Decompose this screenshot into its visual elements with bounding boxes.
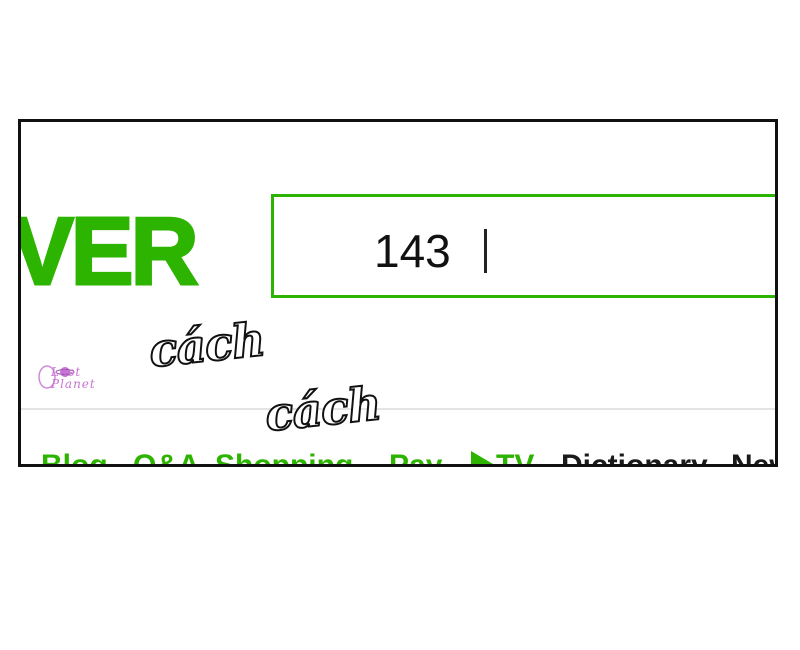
naver-logo[interactable]: VER: [21, 202, 200, 301]
search-input[interactable]: 143: [271, 194, 775, 298]
click-sound-effect: cách: [261, 375, 383, 443]
click-sound-effect: cách: [145, 311, 267, 379]
nav-item-pay[interactable]: Pay: [389, 448, 442, 464]
scanlation-watermark: Lost Planet: [37, 362, 109, 392]
nav-item-dictionary[interactable]: Dictionary: [561, 448, 708, 464]
text-cursor: [484, 229, 487, 273]
watermark-text: Lost Planet: [51, 365, 96, 391]
nav-item-tv[interactable]: TV: [471, 448, 535, 467]
nav-item-shopping[interactable]: Shopping: [215, 448, 353, 464]
nav-item-blog[interactable]: Blog: [41, 448, 108, 464]
comic-canvas: VER 143 Blog Q&A Shopping Pay TV Diction…: [0, 0, 800, 650]
search-query-text: 143: [374, 225, 451, 277]
comic-panel: VER 143 Blog Q&A Shopping Pay TV Diction…: [18, 119, 778, 467]
nav-item-news[interactable]: New: [731, 448, 775, 464]
nav-item-tv-label: TV: [496, 449, 535, 467]
header-divider: [21, 408, 775, 410]
play-icon: [471, 451, 493, 464]
nav-item-qna[interactable]: Q&A: [133, 448, 200, 464]
